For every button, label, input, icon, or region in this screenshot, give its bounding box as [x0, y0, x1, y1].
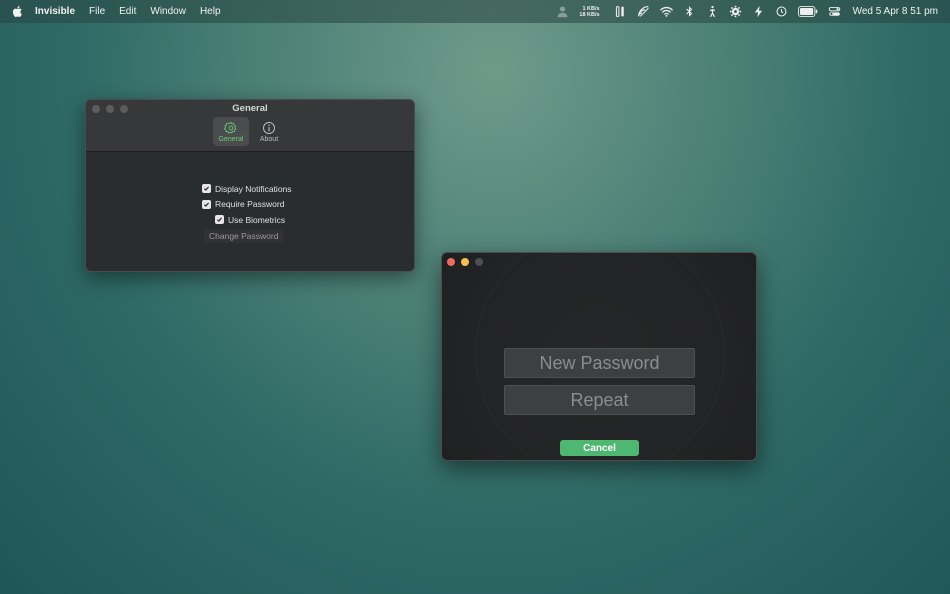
- menu-window[interactable]: Window: [150, 6, 186, 17]
- battery-icon[interactable]: [797, 5, 818, 18]
- change-password-button[interactable]: Change Password: [204, 228, 284, 243]
- checkbox-require-password[interactable]: [202, 199, 211, 209]
- general-titlebar[interactable]: General General About: [86, 100, 414, 152]
- user-icon[interactable]: [556, 5, 569, 18]
- info-icon: [263, 121, 275, 134]
- wifi-icon[interactable]: [659, 5, 673, 18]
- password-traffic-lights: [447, 258, 483, 266]
- general-settings: Display Notifications Require Password U…: [202, 181, 292, 243]
- status-area: 1 KB/s 18 KB/s Wed 5 Apr 8 51 pm: [556, 0, 950, 23]
- option-display-notifications[interactable]: Display Notifications: [202, 181, 292, 197]
- tab-general[interactable]: General: [213, 117, 249, 146]
- minimize-button[interactable]: [461, 258, 469, 266]
- tab-about[interactable]: About: [251, 117, 287, 146]
- control-center-icon[interactable]: [828, 5, 841, 18]
- battery-bars-icon[interactable]: [614, 5, 627, 18]
- menu-file[interactable]: File: [89, 6, 105, 17]
- checkbox-use-biometrics[interactable]: [215, 215, 224, 225]
- checkmark-icon: [217, 217, 223, 223]
- window-title: General: [232, 103, 268, 114]
- gear-icon: [224, 121, 237, 133]
- network-download: 18 KB/s: [579, 11, 600, 18]
- tab-about-label: About: [259, 135, 279, 143]
- zoom-button[interactable]: [475, 258, 483, 266]
- new-password-input[interactable]: [504, 348, 695, 378]
- menu-bar: Invisible File Edit Window Help 1 KB/s 1…: [0, 0, 950, 23]
- repeat-password-input[interactable]: [504, 385, 695, 415]
- lightning-icon[interactable]: [752, 5, 765, 18]
- tab-general-label: General: [218, 135, 244, 143]
- label-require-password: Require Password: [215, 199, 285, 210]
- close-button[interactable]: [447, 258, 455, 266]
- menu-app-name[interactable]: Invisible: [35, 6, 75, 17]
- menu-clock[interactable]: Wed 5 Apr 8 51 pm: [853, 6, 938, 17]
- cancel-button[interactable]: Cancel: [560, 440, 639, 456]
- airdrop-icon[interactable]: [637, 5, 650, 18]
- apple-icon[interactable]: [12, 6, 23, 17]
- time-machine-icon[interactable]: [775, 5, 788, 18]
- checkmark-icon: [204, 186, 210, 192]
- checkmark-icon: [204, 202, 210, 207]
- menu-help[interactable]: Help: [200, 6, 221, 17]
- password-window: Cancel: [441, 252, 757, 461]
- preferences-toolbar: General About: [86, 117, 414, 146]
- general-window: General General About Display Notificati…: [85, 99, 415, 272]
- bluetooth-icon[interactable]: [683, 5, 696, 18]
- network-speed[interactable]: 1 KB/s 18 KB/s: [579, 6, 599, 18]
- label-display-notifications: Display Notifications: [215, 183, 292, 194]
- menu-edit[interactable]: Edit: [119, 6, 136, 17]
- accessibility-icon[interactable]: [706, 5, 719, 18]
- checkbox-display-notifications[interactable]: [202, 184, 211, 194]
- option-require-password[interactable]: Require Password: [202, 197, 292, 213]
- label-use-biometrics: Use Biometrics: [228, 214, 286, 225]
- gear-status-icon[interactable]: [729, 5, 742, 18]
- option-use-biometrics[interactable]: Use Biometrics: [215, 212, 292, 228]
